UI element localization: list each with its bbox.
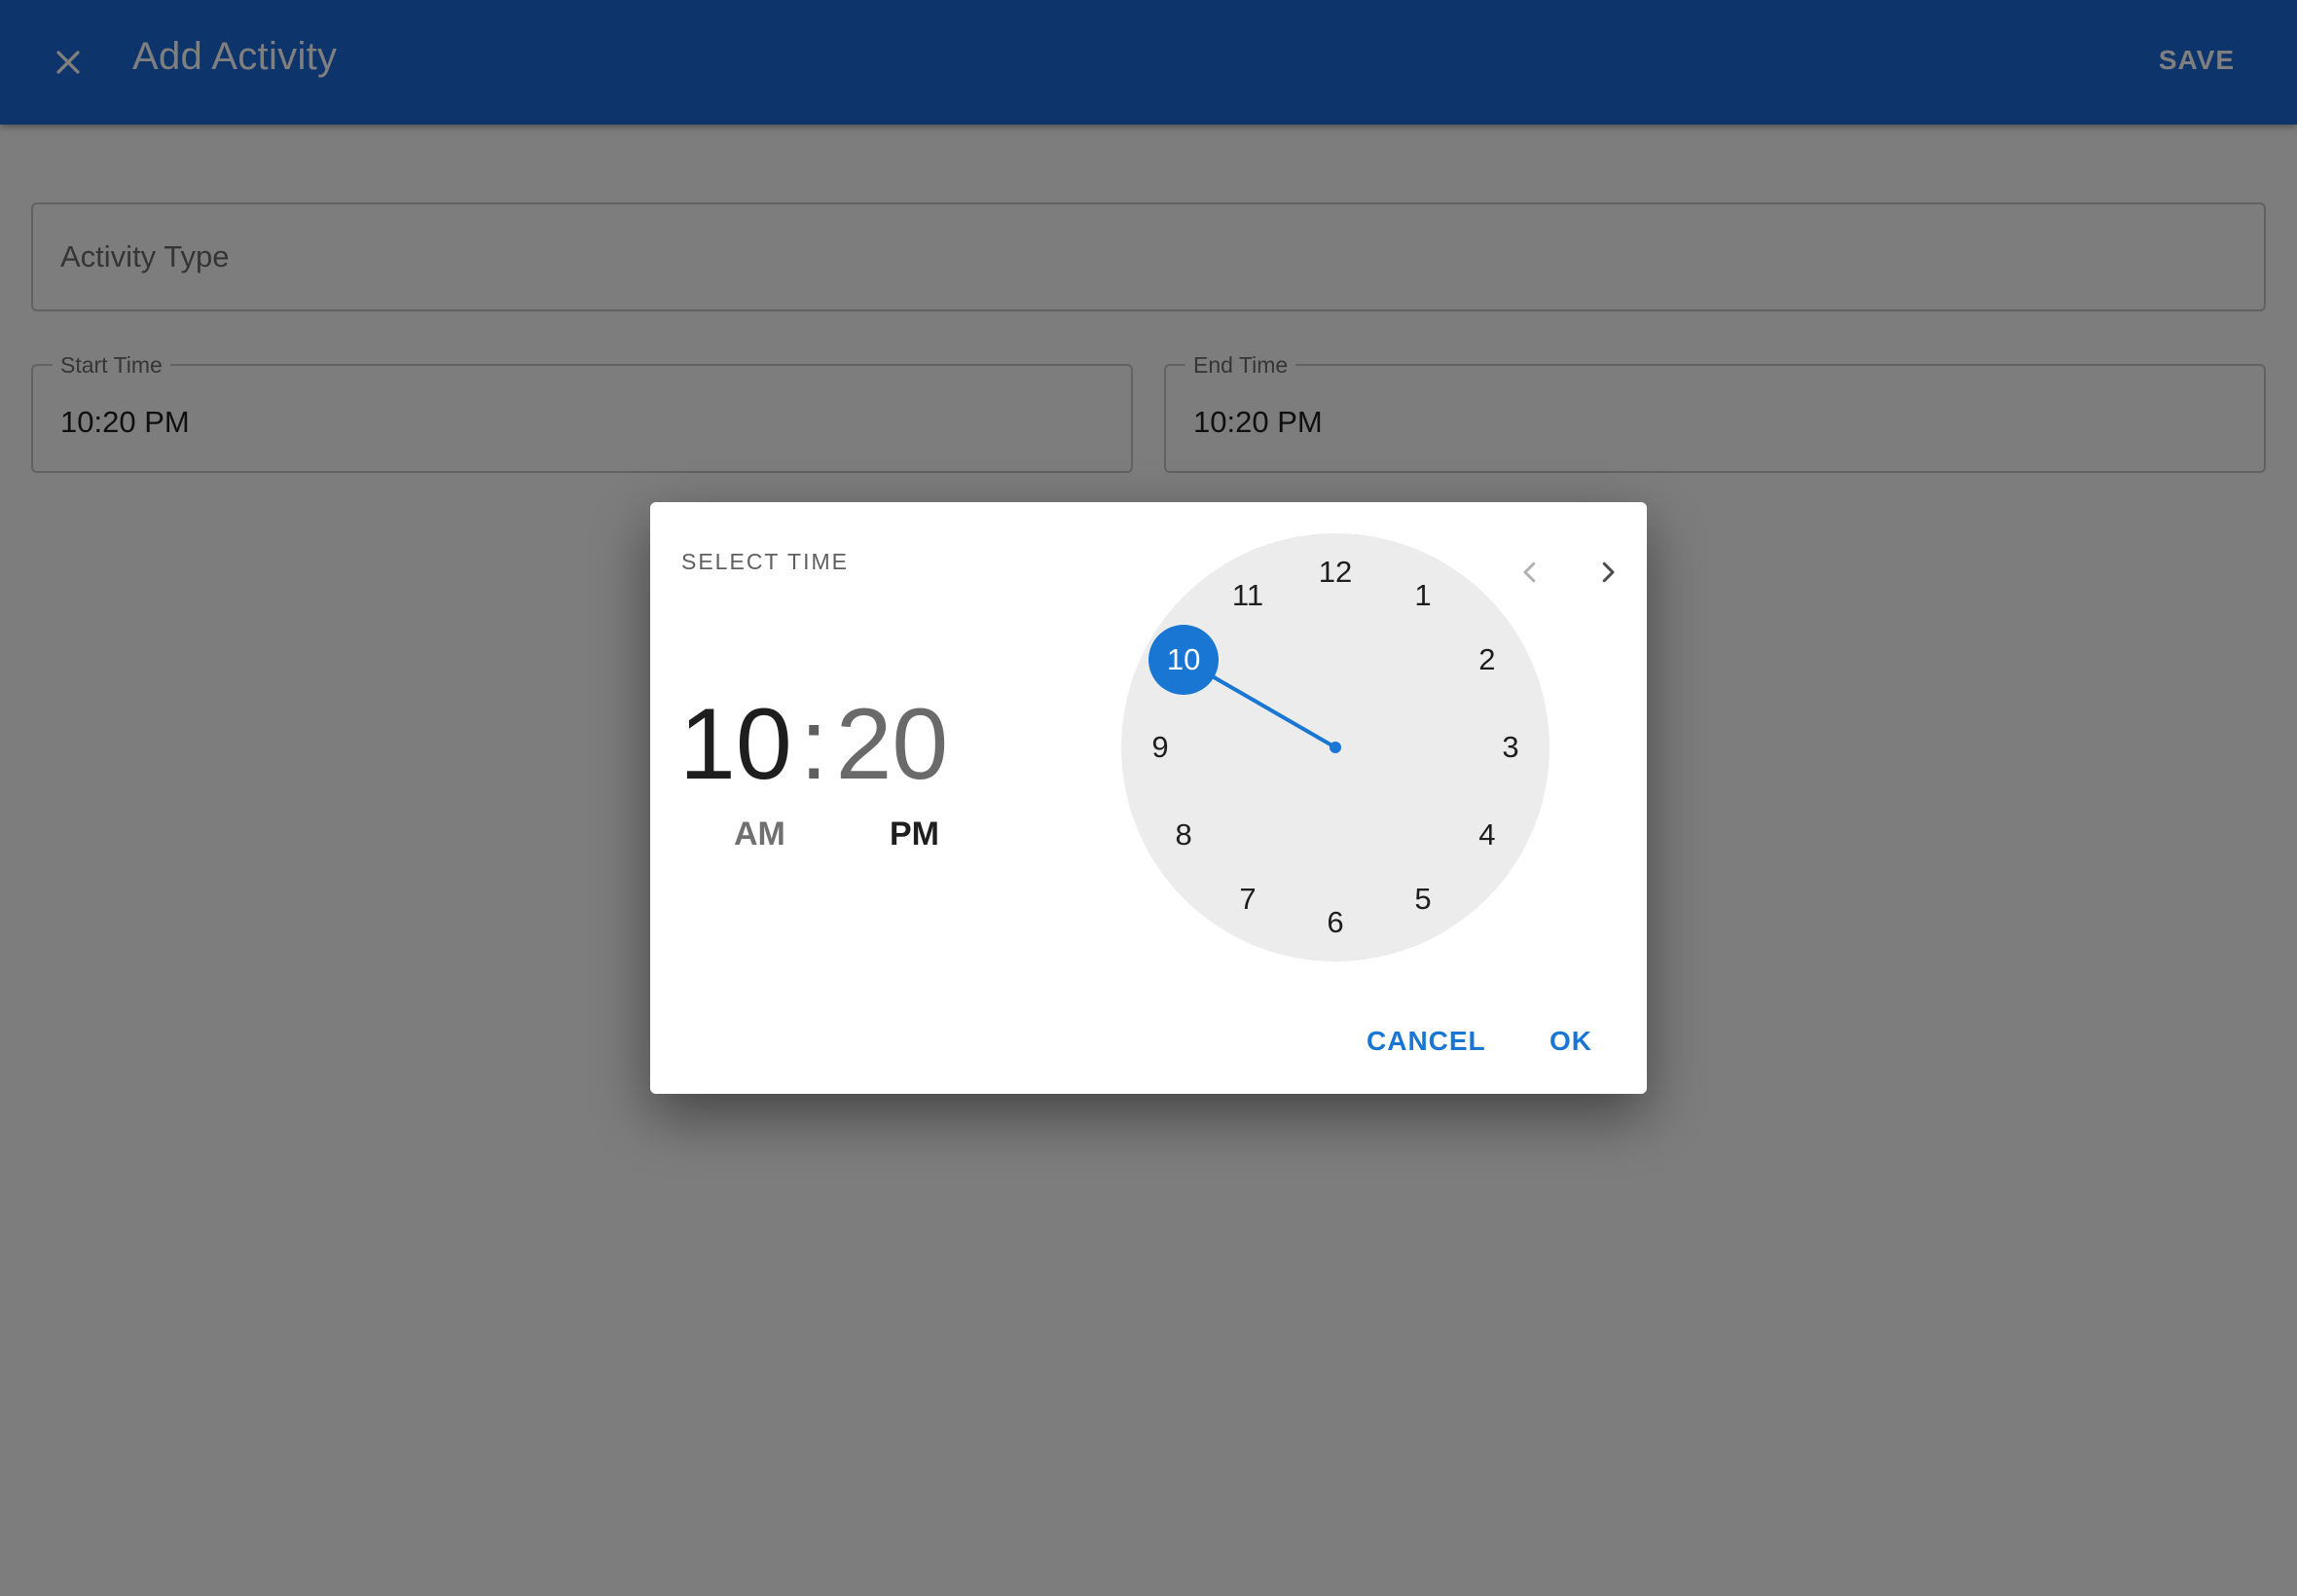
- clock-number-8[interactable]: 8: [1152, 804, 1215, 866]
- chevron-right-icon: [1602, 562, 1615, 583]
- clock-face[interactable]: 12 1 2 3 4 5 6 7 8 9 10 11: [1121, 533, 1550, 961]
- minute-display[interactable]: 20: [836, 687, 949, 803]
- time-display: 10 : 20: [679, 687, 948, 803]
- previous-view-button[interactable]: [1503, 545, 1557, 599]
- hour-display[interactable]: 10: [679, 687, 792, 803]
- pm-toggle[interactable]: PM: [890, 816, 939, 853]
- time-picker-dialog: SELECT TIME 10 : 20 AM PM 12 1 2 3 4 5 6 7 8 9 10 1…: [650, 502, 1647, 1094]
- clock-number-2[interactable]: 2: [1456, 629, 1518, 691]
- cancel-button[interactable]: CANCEL: [1367, 1026, 1486, 1057]
- clock-number-12[interactable]: 12: [1304, 541, 1367, 603]
- next-view-button[interactable]: [1581, 545, 1635, 599]
- clock-number-5[interactable]: 5: [1392, 868, 1454, 930]
- clock-number-7[interactable]: 7: [1217, 868, 1279, 930]
- chevron-left-icon: [1523, 562, 1536, 583]
- clock-number-1[interactable]: 1: [1392, 564, 1454, 627]
- clock-number-9[interactable]: 9: [1129, 716, 1191, 779]
- time-separator: :: [799, 688, 828, 801]
- clock-number-6[interactable]: 6: [1304, 891, 1367, 954]
- am-toggle[interactable]: AM: [734, 816, 785, 853]
- clock-number-10[interactable]: 10: [1148, 625, 1220, 695]
- clock-number-11[interactable]: 11: [1217, 564, 1279, 627]
- dialog-heading: SELECT TIME: [681, 549, 849, 574]
- ok-button[interactable]: OK: [1550, 1026, 1592, 1057]
- clock-number-4[interactable]: 4: [1456, 804, 1518, 866]
- clock-number-3[interactable]: 3: [1479, 716, 1542, 779]
